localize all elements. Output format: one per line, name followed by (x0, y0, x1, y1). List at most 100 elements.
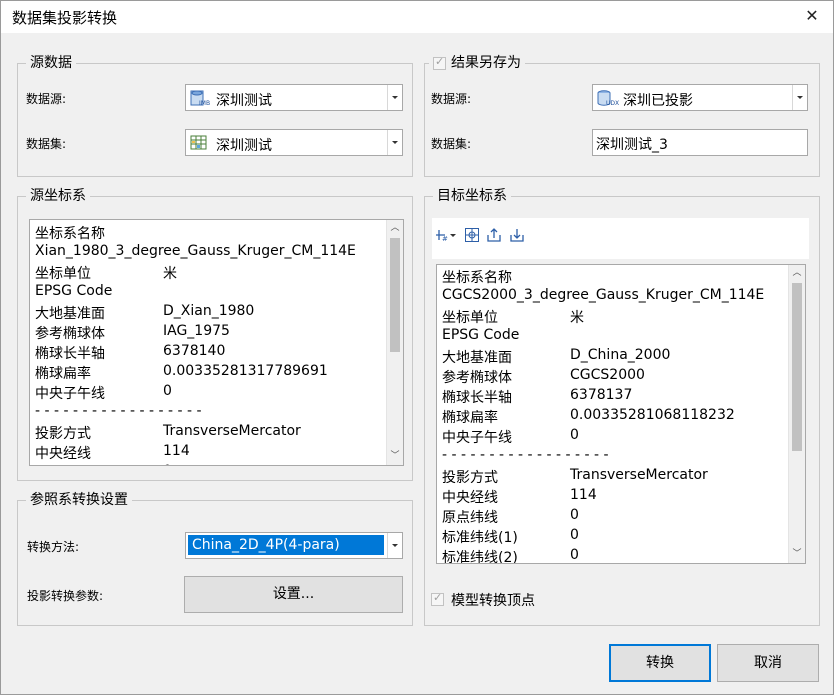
crs-property-row: EPSG Code (35, 283, 112, 303)
crs-property-key: - - - - - - - - - - - - - - - - - - (442, 447, 609, 463)
crs-property-row: 中央经线 114 (442, 487, 597, 507)
crs-property-row: Xian_1980_3_degree_Gauss_Kruger_CM_114E (35, 243, 356, 263)
save-result-checkbox[interactable] (433, 55, 446, 70)
chevron-down-icon[interactable] (792, 85, 807, 110)
target-datasource-value: 深圳已投影 (623, 93, 693, 109)
crs-property-value: D_Xian_1980 (163, 303, 255, 319)
target-datasource-combo[interactable]: UDX 深圳已投影 (592, 84, 808, 111)
settings-button[interactable]: 设置... (184, 576, 403, 613)
crs-property-row: 大地基准面 D_China_2000 (442, 347, 670, 367)
crs-property-key: Xian_1980_3_degree_Gauss_Kruger_CM_114E (35, 243, 356, 259)
crs-property-row: 参考椭球体 CGCS2000 (442, 367, 645, 387)
crs-property-row: CGCS2000_3_degree_Gauss_Kruger_CM_114E (442, 287, 764, 307)
source-dataset-combo[interactable]: 深圳测试 (185, 129, 403, 156)
target-datasource-label: 数据源: (431, 92, 472, 106)
crs-property-value: 0 (163, 463, 172, 465)
target-dataset-input[interactable]: 深圳测试_3 (592, 129, 808, 156)
coordinate-settings-icon[interactable]: # (435, 227, 457, 243)
crs-property-value: IAG_1975 (163, 323, 230, 339)
source-datasource-combo[interactable]: IMB 深圳测试 (185, 84, 403, 111)
ref-transform-legend: 参照系转换设置 (26, 491, 132, 509)
crs-property-row: 参考椭球体 IAG_1975 (35, 323, 230, 343)
crs-property-key: 标准纬线(2) (442, 550, 518, 564)
crs-property-row: 中央子午线 0 (442, 427, 579, 447)
crs-property-value: 114 (570, 487, 597, 503)
model-vertex-label: 模型转换顶点 (451, 593, 535, 609)
model-vertex-checkbox[interactable] (431, 591, 444, 606)
crs-property-value: 114 (163, 443, 190, 459)
source-data-legend: 源数据 (26, 54, 76, 72)
crs-property-key: 坐标单位 (442, 310, 498, 326)
crs-property-key: 标准纬线(1) (442, 530, 518, 546)
crs-property-value: 0 (570, 527, 579, 543)
crs-property-key: 原点纬线 (442, 510, 498, 526)
chevron-down-icon[interactable] (387, 130, 402, 155)
chevron-down-icon[interactable] (387, 533, 402, 558)
crs-property-row: 椭球长半轴 6378140 (35, 343, 225, 363)
title-bar: 数据集投影转换 ✕ (1, 1, 833, 33)
dialog-window: 数据集投影转换 ✕ 源数据 数据源: IMB 深圳测试 数据集: 深圳测试 结果… (0, 0, 834, 695)
crs-property-row: 椭球长半轴 6378137 (442, 387, 632, 407)
source-datasource-label: 数据源: (26, 92, 67, 106)
crs-property-value: 米 (163, 266, 177, 282)
save-result-group: 结果另存为 数据源: UDX 深圳已投影 数据集: 深圳测试_3 (424, 54, 820, 177)
crs-property-key: 椭球长半轴 (35, 346, 105, 362)
crs-property-value: CGCS2000 (570, 367, 645, 383)
scroll-up-icon[interactable]: ︿ (789, 265, 805, 282)
scroll-thumb[interactable] (390, 238, 400, 352)
crs-property-row: 投影方式 TransverseMercator (442, 467, 708, 487)
import-crs-icon[interactable] (509, 227, 525, 243)
crs-property-key: 中央经线 (442, 490, 498, 506)
crs-property-row: EPSG Code (442, 327, 519, 347)
target-crs-list[interactable]: 坐标系名称 CGCS2000_3_degree_Gauss_Kruger_CM_1… (436, 264, 806, 564)
crs-property-row: 中央子午线 0 (35, 383, 172, 403)
crs-property-row: 坐标系名称 (35, 223, 105, 243)
crs-property-key: 参考椭球体 (442, 370, 512, 386)
scroll-thumb[interactable] (792, 283, 802, 451)
crs-property-value: 0 (163, 383, 172, 399)
transform-method-label: 转换方法: (27, 540, 80, 554)
crs-property-row: 投影方式 TransverseMercator (35, 423, 301, 443)
source-dataset-value: 深圳测试 (216, 138, 272, 154)
crs-property-key: CGCS2000_3_degree_Gauss_Kruger_CM_114E (442, 287, 765, 303)
export-crs-icon[interactable] (486, 227, 502, 243)
target-crs-toolbar: # (432, 218, 809, 259)
crs-property-row: 标准纬线(1) 0 (442, 527, 579, 547)
transform-method-value: China_2D_4P(4-para) (188, 535, 384, 555)
crs-property-key: EPSG Code (442, 327, 520, 343)
convert-button[interactable]: 转换 (609, 644, 711, 682)
source-crs-list[interactable]: 坐标系名称 Xian_1980_3_degree_Gauss_Kruger_CM_… (29, 219, 404, 466)
udb-datasource-icon: IMB (190, 90, 210, 106)
target-crs-scrollbar[interactable]: ︿ ﹀ (788, 265, 805, 563)
svg-text:#: # (442, 235, 448, 243)
scroll-down-icon[interactable]: ﹀ (789, 546, 805, 563)
scroll-down-icon[interactable]: ﹀ (387, 448, 403, 465)
transform-method-combo[interactable]: China_2D_4P(4-para) (185, 532, 403, 559)
crs-property-key: 参考椭球体 (35, 326, 105, 342)
cancel-button[interactable]: 取消 (717, 644, 819, 682)
crs-property-key: 大地基准面 (442, 350, 512, 366)
window-title: 数据集投影转换 (12, 9, 118, 27)
crs-property-row: 椭球扁率 0.00335281068118232 (442, 407, 735, 427)
select-crs-icon[interactable] (464, 227, 480, 243)
crs-property-value: TransverseMercator (570, 467, 708, 483)
source-datasource-value: 深圳测试 (216, 93, 272, 109)
source-crs-legend: 源坐标系 (26, 187, 90, 205)
source-crs-scrollbar[interactable]: ︿ ﹀ (386, 220, 403, 465)
crs-property-key: 椭球长半轴 (442, 390, 512, 406)
close-icon[interactable]: ✕ (799, 4, 825, 28)
crs-property-row: 中央经线 114 (35, 443, 190, 463)
chevron-down-icon[interactable] (387, 85, 402, 110)
crs-property-key: 投影方式 (442, 470, 498, 486)
scroll-up-icon[interactable]: ︿ (387, 220, 403, 237)
target-dataset-label: 数据集: (431, 137, 472, 151)
crs-property-key: 椭球扁率 (442, 410, 498, 426)
crs-property-key: 坐标单位 (35, 266, 91, 282)
crs-property-key: - - - - - - - - - - - - - - - - - - (35, 403, 202, 419)
target-crs-legend: 目标坐标系 (433, 187, 511, 205)
grid-dataset-icon (190, 135, 207, 150)
crs-property-row: 坐标单位 米 (35, 263, 177, 283)
crs-property-row: 原点纬线 0 (442, 507, 579, 527)
crs-property-key: 坐标系名称 (35, 226, 105, 242)
target-crs-group: 目标坐标系 # 坐标系名称 CGCS2000_3_degree_Gauss_Kru… (424, 187, 820, 626)
